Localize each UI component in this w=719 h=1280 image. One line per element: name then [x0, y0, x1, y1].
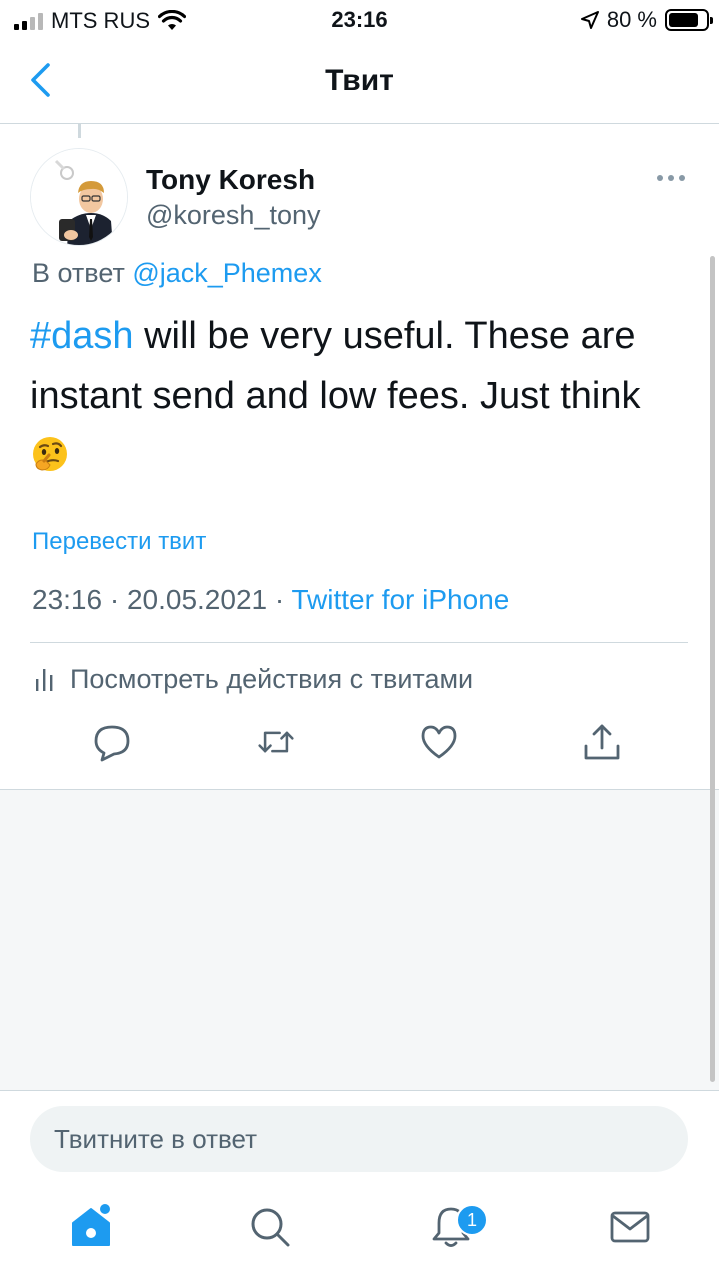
avatar-image — [31, 149, 127, 245]
page-title: Твит — [325, 64, 394, 97]
reply-button[interactable] — [92, 722, 132, 762]
reply-input[interactable]: Твитните в ответ — [30, 1106, 688, 1172]
retweet-button[interactable] — [256, 722, 296, 762]
battery-fill — [669, 13, 698, 27]
translate-tweet-link[interactable]: Перевести твит — [32, 528, 206, 556]
divider — [30, 642, 688, 643]
author-name[interactable]: Tony Koresh — [146, 164, 315, 196]
battery-icon — [665, 9, 713, 31]
tweet-detail: Tony Koresh @koresh_tony В ответ @jack_P… — [0, 124, 719, 790]
status-right-group: 80 % — [580, 7, 713, 33]
more-dot-icon — [668, 175, 674, 181]
tweet-timestamp: 23:16 · 20.05.2021 · — [32, 584, 292, 615]
like-button[interactable] — [419, 722, 459, 762]
more-options-button[interactable] — [653, 170, 689, 186]
tweet-actions — [0, 722, 719, 776]
more-dot-icon — [657, 175, 663, 181]
share-icon — [584, 724, 620, 760]
author-handle[interactable]: @koresh_tony — [146, 200, 321, 231]
reply-mention-link[interactable]: @jack_Phemex — [132, 258, 322, 288]
analytics-bars-icon — [36, 668, 53, 691]
reply-to-line: В ответ @jack_Phemex — [32, 258, 322, 289]
replies-area — [0, 790, 719, 1090]
reply-to-prefix: В ответ — [32, 258, 133, 288]
tab-messages[interactable] — [605, 1202, 655, 1252]
retweet-icon — [258, 731, 294, 753]
more-dot-icon — [679, 175, 685, 181]
home-new-indicator — [100, 1204, 110, 1214]
avatar[interactable] — [30, 148, 128, 246]
tweet-text: #dash will be very useful. These are ins… — [30, 306, 690, 486]
thinking-face-emoji-icon — [33, 437, 67, 471]
tweet-source-link[interactable]: Twitter for iPhone — [291, 584, 509, 615]
status-bar: MTS RUS 23:16 80 % — [0, 0, 719, 40]
activity-label: Посмотреть действия с твитами — [70, 664, 474, 694]
hashtag-link[interactable]: #dash — [30, 315, 134, 357]
mail-icon — [610, 1211, 650, 1243]
notification-badge: 1 — [456, 1204, 488, 1236]
tweet-meta: 23:16 · 20.05.2021 · Twitter for iPhone — [32, 584, 509, 616]
battery-percent: 80 % — [606, 7, 657, 32]
reply-compose-bar: Твитните в ответ — [0, 1090, 719, 1188]
tab-bar: 1 — [0, 1188, 719, 1280]
scrollbar[interactable] — [710, 256, 715, 1082]
tab-search[interactable] — [245, 1202, 295, 1252]
view-tweet-activity-button[interactable]: Посмотреть действия с твитами — [34, 664, 473, 695]
search-icon — [251, 1208, 290, 1247]
location-arrow-icon — [580, 11, 599, 29]
share-button[interactable] — [582, 722, 622, 762]
heart-icon — [421, 725, 457, 759]
reply-icon — [94, 725, 130, 762]
nav-header: Твит — [0, 40, 719, 124]
